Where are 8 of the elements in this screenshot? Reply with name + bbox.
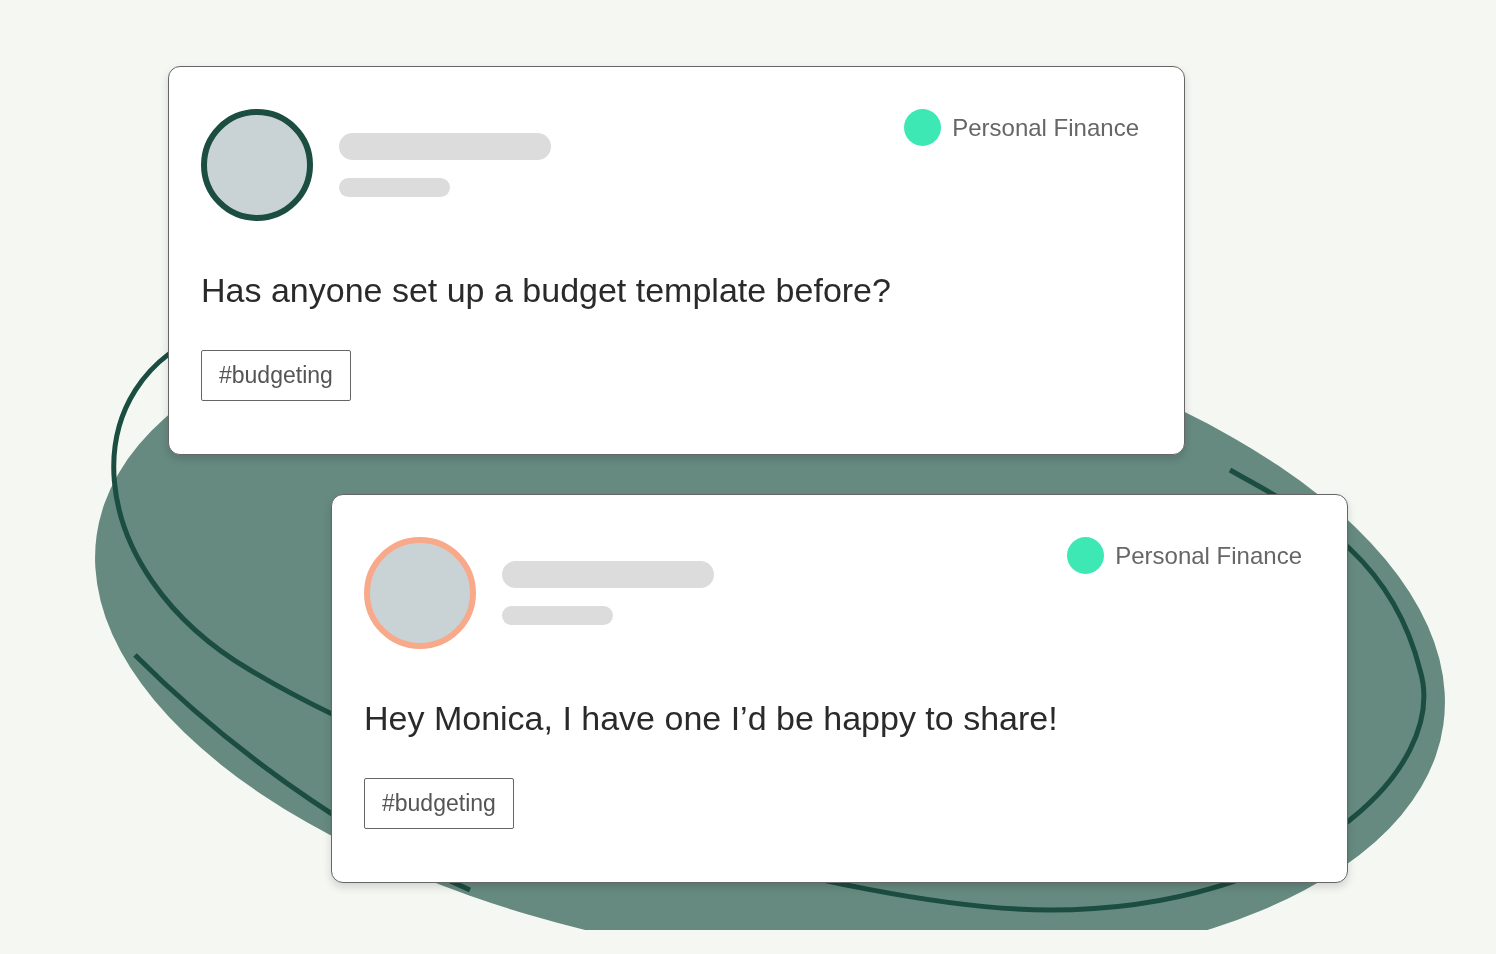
post-message: Hey Monica, I have one I’d be happy to share! xyxy=(364,699,1059,738)
category-label: Personal Finance xyxy=(1115,541,1302,570)
post-message: Has anyone set up a budget template before? xyxy=(201,271,892,310)
hashtag-chip[interactable]: #budgeting xyxy=(201,350,351,401)
status-dot xyxy=(904,109,942,146)
hashtag-chip[interactable]: #budgeting xyxy=(364,778,514,829)
category-label: Personal Finance xyxy=(952,113,1139,142)
status-dot xyxy=(1067,537,1105,574)
